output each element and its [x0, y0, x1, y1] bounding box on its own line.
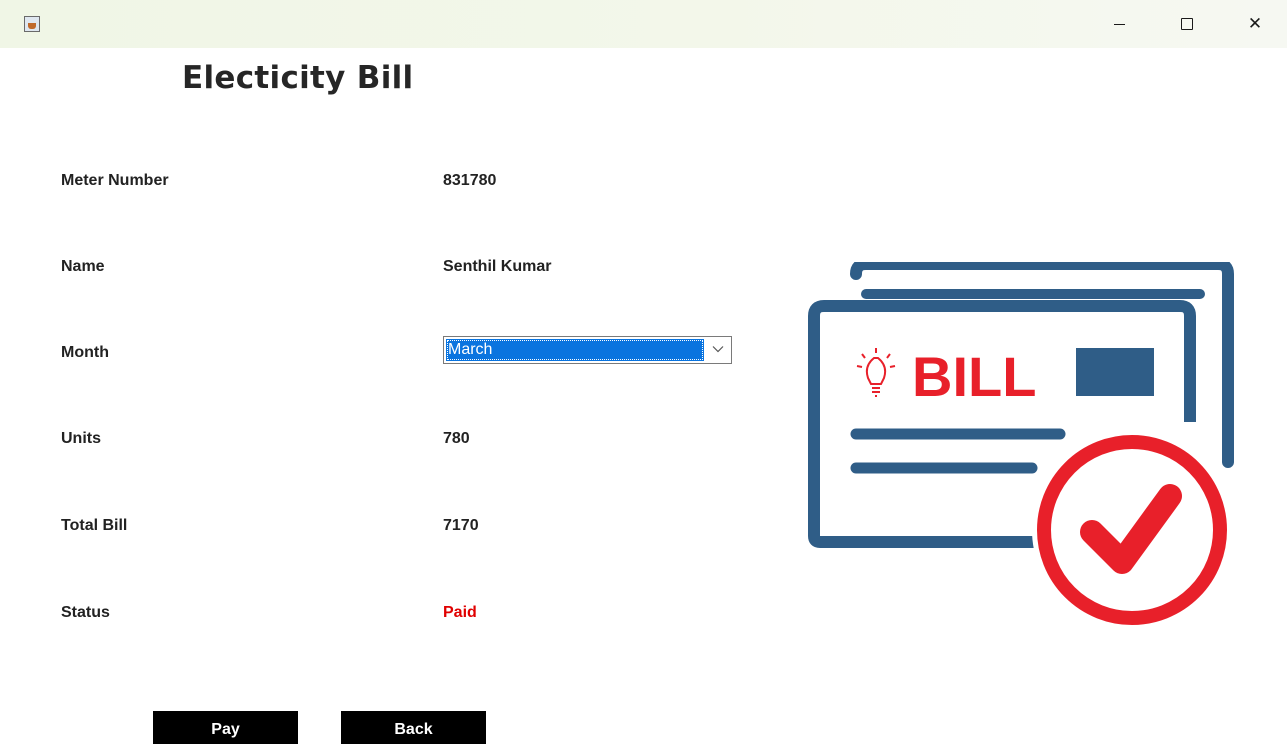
name-value: Senthil Kumar	[443, 258, 552, 275]
name-label: Name	[61, 258, 105, 275]
close-icon: ✕	[1247, 13, 1263, 34]
java-icon[interactable]	[24, 16, 40, 32]
total-bill-value: 7170	[443, 517, 479, 534]
bill-illustration-text: BILL	[912, 345, 1036, 408]
page-title: Electicity Bill	[182, 60, 414, 96]
bill-paid-icon: BILL	[808, 258, 1236, 639]
meter-number-value: 831780	[443, 172, 497, 189]
back-button[interactable]: Back	[341, 711, 486, 744]
status-value: Paid	[443, 604, 477, 621]
total-bill-label: Total Bill	[61, 517, 128, 534]
month-select[interactable]: March	[443, 336, 732, 364]
maximize-icon	[1181, 18, 1193, 30]
month-selected-value: March	[446, 339, 704, 361]
units-label: Units	[61, 430, 101, 447]
minimize-button[interactable]	[1096, 0, 1142, 48]
meter-number-label: Meter Number	[61, 172, 169, 189]
units-value: 780	[443, 430, 470, 447]
pay-button[interactable]: Pay	[153, 711, 298, 744]
minimize-icon	[1113, 23, 1125, 25]
maximize-button[interactable]	[1164, 0, 1210, 48]
title-bar: ✕	[0, 0, 1287, 48]
status-label: Status	[61, 604, 110, 621]
chevron-down-icon[interactable]	[711, 342, 725, 356]
close-button[interactable]: ✕	[1232, 0, 1278, 48]
month-label: Month	[61, 344, 109, 361]
